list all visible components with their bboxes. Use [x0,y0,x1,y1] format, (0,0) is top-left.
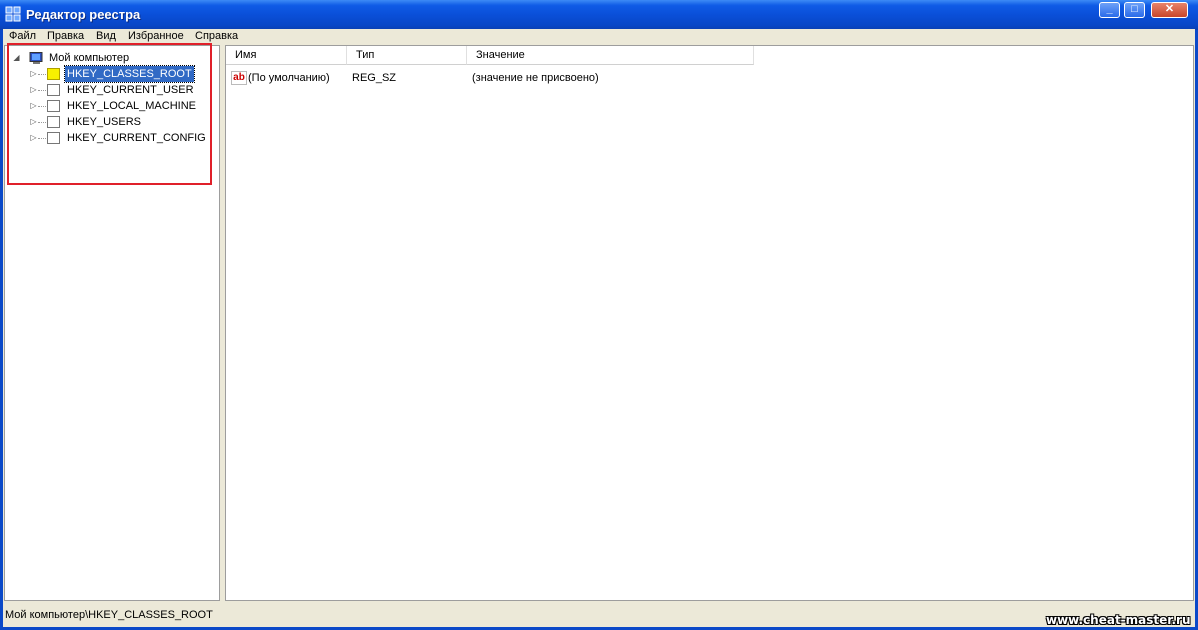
values-list-pane[interactable]: Имя Тип Значение ab (По умолчанию) REG_S… [225,45,1194,601]
close-button[interactable]: ✕ [1151,2,1188,18]
value-data: (значение не присвоено) [472,72,599,84]
menu-file[interactable]: Файл [9,30,36,42]
watermark-text: www.cheat-master.ru [1046,613,1191,627]
column-header-value[interactable]: Значение [467,46,754,65]
menu-bar: Файл Правка Вид Избранное Справка [3,29,1195,44]
column-header-name[interactable]: Имя [226,46,347,65]
column-header-type[interactable]: Тип [347,46,467,65]
title-bar[interactable]: Редактор реестра _ □ ✕ [0,0,1198,30]
annotation-highlight-box [7,43,212,185]
value-type: REG_SZ [352,72,397,84]
menu-favorites[interactable]: Избранное [128,30,184,42]
menu-view[interactable]: Вид [96,30,116,42]
window-title: Редактор реестра [26,7,141,22]
list-row[interactable]: ab (По умолчанию) REG_SZ (значение не пр… [226,70,1193,87]
value-name: (По умолчанию) [248,72,330,84]
registry-editor-window: Редактор реестра _ □ ✕ Файл Правка Вид И… [0,0,1198,630]
status-bar: Мой компьютер\HKEY_CLASSES_ROOT [3,603,1195,627]
registry-editor-icon [5,6,21,22]
maximize-button[interactable]: □ [1124,2,1145,18]
menu-edit[interactable]: Правка [47,30,84,42]
menu-help[interactable]: Справка [195,30,238,42]
minimize-button[interactable]: _ [1099,2,1120,18]
string-value-icon: ab [231,71,247,85]
list-header: Имя Тип Значение [226,46,1193,66]
status-path: Мой компьютер\HKEY_CLASSES_ROOT [5,609,213,621]
